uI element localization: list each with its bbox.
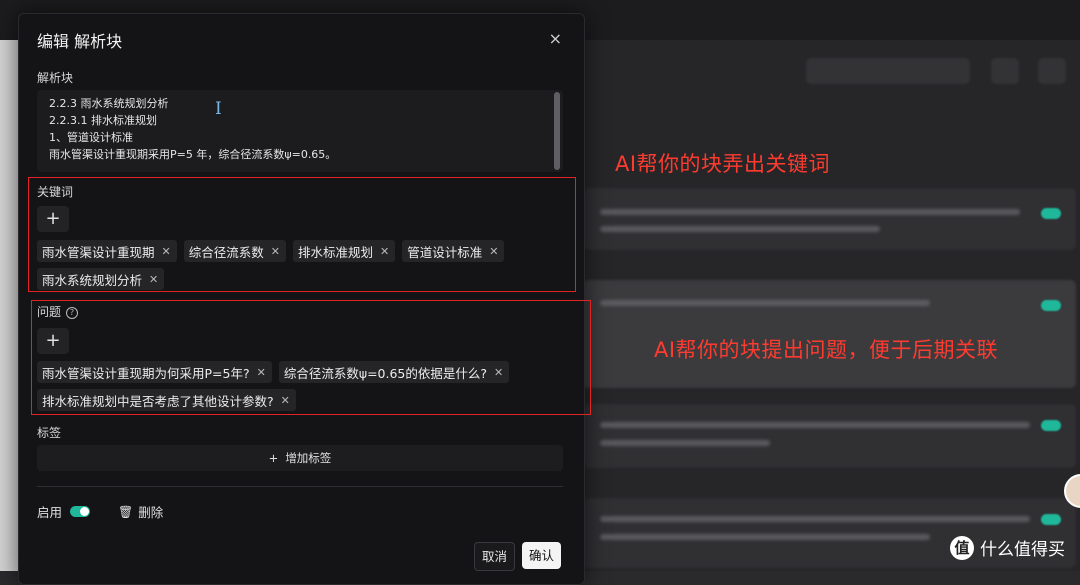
background-text-line (600, 226, 880, 232)
keywords-highlight-box (28, 177, 576, 292)
background-text-line (600, 440, 770, 446)
questions-annotation: AI帮你的块提出问题，便于后期关联 (654, 338, 999, 362)
background-search-input (806, 58, 970, 84)
delete-label: 删除 (138, 505, 164, 520)
delete-button[interactable]: 🗑 删除 (118, 502, 163, 521)
trash-icon: 🗑 (118, 504, 134, 519)
background-toggle (1041, 514, 1061, 525)
cancel-button[interactable]: 取消 (474, 542, 516, 571)
edit-chunk-modal: 编辑 解析块 × 解析块 2.2.3 雨水系统规划分析 2.2.3.1 排水标准… (18, 13, 585, 585)
watermark: 值 什么值得买 (950, 535, 1065, 560)
watermark-logo-icon: 值 (950, 535, 974, 560)
enable-toggle[interactable] (70, 506, 91, 517)
background-toggle (1041, 208, 1061, 219)
background-chunk-card (583, 188, 1076, 250)
watermark-text: 什么值得买 (980, 540, 1065, 560)
plus-icon: + (268, 451, 279, 465)
background-text-line (600, 516, 1030, 522)
background-left-panel (0, 40, 18, 571)
keywords-annotation: AI帮你的块弄出关键词 (615, 152, 831, 176)
enable-label: 启用 (37, 505, 63, 520)
content-line: 2.2.3.1 排水标准规划 (49, 114, 157, 127)
textarea-scrollbar[interactable] (554, 92, 560, 170)
background-text-line (600, 422, 1030, 428)
close-icon[interactable]: × (549, 29, 562, 48)
content-line: 雨水管渠设计重现期采用P=5 年，综合径流系数ψ=0.65。 (49, 148, 337, 161)
text-cursor-icon: I (215, 99, 222, 119)
background-text-line (600, 300, 930, 306)
footer-controls: 启用 🗑 删除 (37, 502, 163, 521)
background-text-line (600, 534, 930, 540)
questions-highlight-box (31, 300, 591, 415)
background-toggle (1041, 420, 1061, 431)
background-chunk-card (583, 404, 1076, 468)
add-tag-text: 增加标签 (285, 451, 332, 465)
tags-label: 标签 (37, 426, 62, 440)
content-line: 2.2.3 雨水系统规划分析 (49, 97, 169, 110)
confirm-button[interactable]: 确认 (522, 542, 562, 569)
content-line: 1、管道设计标准 (49, 131, 133, 144)
background-text-line (600, 209, 1020, 215)
add-tag-button[interactable]: + 增加标签 (37, 445, 563, 471)
background-filter-button (991, 58, 1019, 84)
modal-title: 编辑 解析块 (37, 32, 123, 51)
content-label: 解析块 (37, 71, 74, 85)
divider (37, 486, 563, 487)
background-toggle (1041, 300, 1061, 311)
chunk-content-textarea[interactable]: 2.2.3 雨水系统规划分析 2.2.3.1 排水标准规划 1、管道设计标准 雨… (37, 90, 563, 172)
background-add-button (1038, 58, 1066, 84)
